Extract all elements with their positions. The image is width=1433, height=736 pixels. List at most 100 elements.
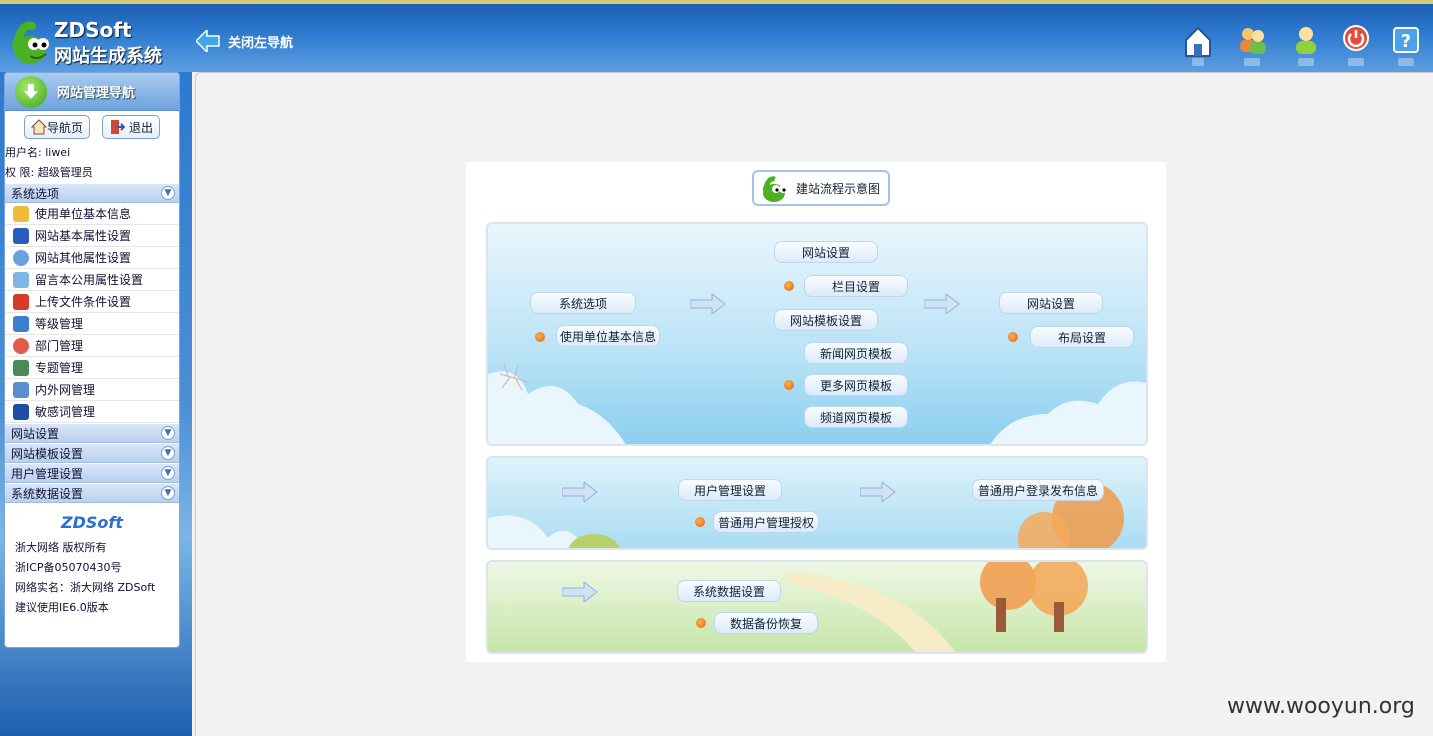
- arrow-right-icon: [562, 482, 598, 502]
- user-auth-step[interactable]: 普通用户管理授权: [713, 511, 819, 533]
- section-label: 系统数据设置: [11, 486, 84, 501]
- user-icon[interactable]: [1290, 24, 1322, 68]
- box-icon: [13, 205, 29, 222]
- sidebar-item-label: 部门管理: [35, 339, 84, 353]
- data-flow-panel: 系统数据设置 数据备份恢复: [486, 560, 1148, 654]
- meadow-background: [788, 562, 1088, 652]
- role-line: 权 限: 超级管理员: [5, 166, 93, 179]
- browser-advice-line: 建议使用IE6.0版本: [15, 601, 109, 614]
- zdsoft-footer-logo: ZDSoft: [60, 513, 123, 532]
- sidebar-item-sensitive-words[interactable]: 敏感词管理: [5, 401, 179, 423]
- computer-icon: [13, 381, 29, 398]
- backup-step[interactable]: 数据备份恢复: [714, 612, 818, 634]
- news-template-step[interactable]: 新闻网页模板: [804, 342, 908, 364]
- group-icon: [13, 337, 29, 354]
- close-left-nav-button[interactable]: 关闭左导航: [196, 30, 293, 52]
- users-icon[interactable]: [1236, 24, 1268, 68]
- books-icon: [13, 359, 29, 376]
- sidebar-item-site-other[interactable]: 网站其他属性设置: [5, 247, 179, 269]
- sidebar-item-upload[interactable]: 上传文件条件设置: [5, 291, 179, 313]
- help-icon[interactable]: ?: [1390, 24, 1422, 68]
- system-options-step[interactable]: 系统选项: [530, 292, 636, 314]
- column-settings-step[interactable]: 栏目设置: [804, 275, 908, 297]
- section-label: 系统选项: [11, 186, 60, 201]
- section-user-settings[interactable]: 用户管理设置 ▼: [5, 463, 179, 483]
- arrow-left-icon: [196, 30, 220, 52]
- sidebar-item-label: 敏感词管理: [35, 405, 96, 419]
- monitor-icon: [13, 403, 29, 420]
- top-header: ZDSoft 网站生成系统 关闭左导航 ?: [0, 0, 1433, 72]
- flowchart-title-button: 建站流程示意图: [752, 170, 890, 206]
- home-icon[interactable]: [1182, 24, 1214, 68]
- user-flow-panel: 用户管理设置 普通用户管理授权 普通用户登录发布信息: [486, 456, 1148, 550]
- section-label: 网站设置: [11, 426, 60, 441]
- nav-home-button[interactable]: 导航页: [23, 115, 90, 139]
- sidebar-item-label: 上传文件条件设置: [35, 295, 132, 309]
- section-template-settings[interactable]: 网站模板设置 ▼: [5, 443, 179, 463]
- sidebar-item-department[interactable]: 部门管理: [5, 335, 179, 357]
- sidebar-item-network[interactable]: 内外网管理: [5, 379, 179, 401]
- nav-panel-header: 网站管理导航: [5, 73, 179, 111]
- nav-home-label: 导航页: [46, 120, 83, 135]
- section-data-settings[interactable]: 系统数据设置 ▼: [5, 483, 179, 503]
- sidebar-item-site-basic[interactable]: 网站基本属性设置: [5, 225, 179, 247]
- bullet-icon: [1008, 332, 1018, 342]
- sidebar-footer: ZDSoft 浙大网络 版权所有 浙ICP备05070430号 网络实名：浙大网…: [5, 503, 179, 624]
- chevron-down-icon: ▼: [161, 186, 175, 200]
- user-mgmt-step[interactable]: 用户管理设置: [678, 479, 782, 501]
- section-label: 用户管理设置: [11, 466, 84, 481]
- sidebar-item-unit-info[interactable]: 使用单位基本信息: [5, 203, 179, 225]
- sidebar-item-level[interactable]: 等级管理: [5, 313, 179, 335]
- site-settings-final-step[interactable]: 网站设置: [999, 292, 1103, 314]
- bullet-icon: [695, 517, 705, 527]
- power-icon[interactable]: [1340, 24, 1372, 68]
- home-icon: [30, 119, 47, 135]
- user-publish-step[interactable]: 普通用户登录发布信息: [972, 479, 1104, 501]
- brand-subtitle: 网站生成系统: [54, 46, 162, 67]
- arrow-right-icon: [860, 482, 896, 502]
- chevron-down-icon: ▼: [161, 486, 175, 500]
- section-system-options[interactable]: 系统选项 ▼: [5, 183, 179, 203]
- sidebar-item-guestbook[interactable]: 留言本公用属性设置: [5, 269, 179, 291]
- logout-button[interactable]: 退出: [102, 115, 161, 139]
- data-settings-step[interactable]: 系统数据设置: [677, 580, 781, 602]
- bullet-icon: [784, 380, 794, 390]
- template-settings-step[interactable]: 网站模板设置: [774, 309, 878, 331]
- nav-button-row: 导航页 退出: [5, 111, 179, 143]
- chevron-down-icon: ▼: [161, 466, 175, 480]
- chevron-down-icon: ▼: [161, 446, 175, 460]
- sidebar-item-label: 等级管理: [35, 317, 84, 331]
- sidebar-item-label: 留言本公用属性设置: [35, 273, 144, 287]
- chevron-down-icon: ▼: [161, 426, 175, 440]
- watermark: www.wooyun.org: [1227, 694, 1415, 719]
- unit-info-step[interactable]: 使用单位基本信息: [556, 325, 660, 347]
- site-flow-panel: 系统选项 使用单位基本信息 网站设置 栏目设置 网站模板设置 新闻网页模板 更多…: [486, 222, 1148, 446]
- section-site-settings[interactable]: 网站设置 ▼: [5, 423, 179, 443]
- arrow-right-icon: [924, 294, 960, 314]
- bullet-icon: [535, 332, 545, 342]
- site-settings-step[interactable]: 网站设置: [774, 241, 878, 263]
- sidebar-item-label: 网站其他属性设置: [35, 251, 132, 265]
- document-icon: [13, 271, 29, 288]
- sidebar-item-topic[interactable]: 专题管理: [5, 357, 179, 379]
- section-label: 网站模板设置: [11, 446, 84, 461]
- landscape-background: [488, 482, 1124, 548]
- icp-line: 浙ICP备05070430号: [15, 561, 122, 574]
- arrow-right-icon: [690, 294, 726, 314]
- sidebar-item-label: 专题管理: [35, 361, 84, 375]
- channel-template-step[interactable]: 频道网页模板: [804, 406, 908, 428]
- users-icon: [13, 249, 29, 266]
- bullet-icon: [784, 281, 794, 291]
- flowchart: 建站流程示意图 系统选项 使用单位基本信息 网站设置 栏目设置 网站模板设置 新…: [466, 162, 1166, 662]
- left-nav-panel: 网站管理导航 导航页 退出 用户名: liwei 权 限: 超级管理员 系统选项…: [4, 72, 180, 648]
- username-line: 用户名: liwei: [5, 146, 71, 159]
- download-icon: [15, 75, 47, 108]
- arrow-right-icon: [562, 582, 598, 602]
- monitor-icon: [13, 227, 29, 244]
- bullet-icon: [696, 618, 706, 628]
- more-template-step[interactable]: 更多网页模板: [804, 374, 908, 396]
- layout-settings-step[interactable]: 布局设置: [1030, 326, 1134, 348]
- realname-line: 网络实名：浙大网络 ZDSoft: [15, 581, 156, 594]
- sidebar-item-label: 使用单位基本信息: [35, 207, 132, 221]
- flowchart-title: 建站流程示意图: [796, 181, 881, 196]
